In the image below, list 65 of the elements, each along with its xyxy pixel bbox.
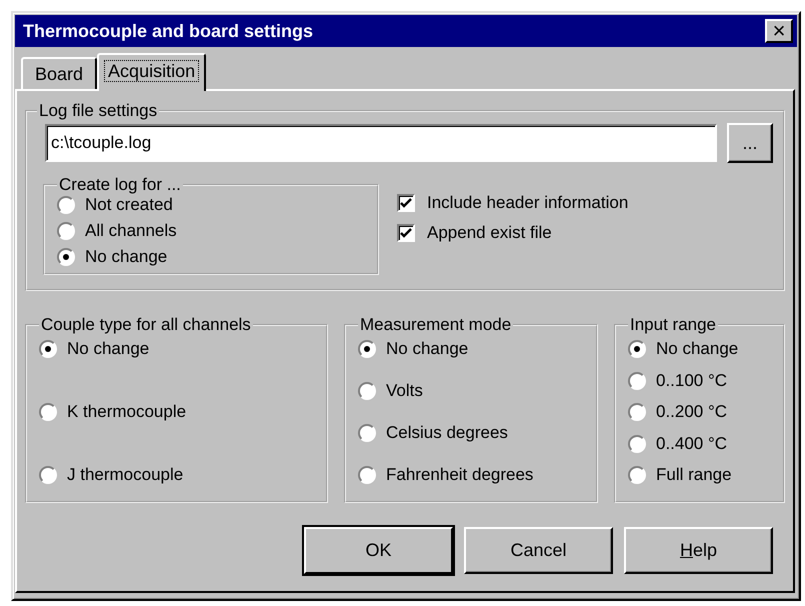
radio-button[interactable]: [39, 403, 57, 421]
option-label: Celsius degrees: [386, 423, 508, 443]
group-title: Log file settings: [38, 101, 158, 121]
group-title: Couple type for all channels: [40, 315, 252, 335]
option-label: No change: [67, 339, 150, 359]
radio-option[interactable]: Not created: [57, 195, 365, 215]
option-label: 0..400 °C: [656, 434, 728, 454]
group-title: Input range: [629, 315, 718, 335]
checkbox-option[interactable]: Append exist file: [397, 223, 628, 243]
radio-button[interactable]: [358, 382, 376, 400]
group-title: Create log for ...: [58, 175, 182, 195]
checkbox[interactable]: [397, 194, 415, 212]
dialog-button[interactable]: OK: [304, 527, 453, 574]
option-label: J thermocouple: [67, 465, 184, 485]
check-icon: [400, 227, 412, 239]
tab[interactable]: Acquisition: [97, 53, 206, 91]
radio-option[interactable]: No change: [57, 247, 365, 267]
option-label: All channels: [85, 221, 177, 241]
radio-option[interactable]: 0..100 °C: [628, 370, 771, 390]
radio-option[interactable]: J thermocouple: [39, 465, 314, 485]
radio-option[interactable]: Full range: [628, 465, 771, 485]
radio-button[interactable]: [57, 222, 75, 240]
option-label: Not created: [85, 195, 173, 215]
radio-option[interactable]: No change: [628, 339, 771, 359]
radio-button[interactable]: [57, 196, 75, 214]
radio-button[interactable]: [628, 466, 646, 484]
option-label: Full range: [656, 465, 732, 485]
radio-button[interactable]: [628, 340, 646, 358]
radio-button[interactable]: [358, 340, 376, 358]
option-label: K thermocouple: [67, 402, 186, 422]
option-label: 0..200 °C: [656, 402, 728, 422]
radio-option[interactable]: Volts: [358, 381, 584, 401]
option-label: No change: [386, 339, 468, 359]
tab[interactable]: Board: [21, 57, 98, 89]
radio-option[interactable]: All channels: [57, 221, 365, 241]
option-label: 0..100 °C: [656, 370, 728, 390]
checkbox[interactable]: [397, 224, 415, 242]
window-title: Thermocouple and board settings: [23, 20, 314, 42]
radio-button[interactable]: [57, 248, 75, 266]
radio-option[interactable]: No change: [39, 339, 314, 359]
radio-button[interactable]: [39, 466, 57, 484]
radio-option[interactable]: Celsius degrees: [358, 423, 584, 443]
dialog-button[interactable]: Cancel: [464, 527, 613, 574]
radio-button[interactable]: [39, 340, 57, 358]
option-label: Fahrenheit degrees: [386, 465, 534, 485]
radio-button[interactable]: [358, 466, 376, 484]
check-icon: [400, 197, 412, 209]
radio-option[interactable]: Fahrenheit degrees: [358, 465, 584, 485]
browse-button[interactable]: ...: [727, 123, 773, 163]
option-label: Volts: [386, 381, 423, 401]
radio-button[interactable]: [358, 424, 376, 442]
radio-option[interactable]: 0..400 °C: [628, 434, 771, 454]
dialog-button[interactable]: Help: [624, 527, 773, 574]
radio-button[interactable]: [628, 434, 646, 452]
checkbox-label: Append exist file: [427, 223, 552, 243]
radio-button[interactable]: [628, 372, 646, 390]
option-label: No change: [656, 339, 738, 359]
group-title: Measurement mode: [359, 315, 512, 335]
close-button[interactable]: ×: [765, 19, 793, 43]
radio-option[interactable]: K thermocouple: [39, 402, 314, 422]
radio-button[interactable]: [628, 403, 646, 421]
option-label: No change: [85, 247, 168, 267]
radio-option[interactable]: 0..200 °C: [628, 402, 771, 422]
radio-option[interactable]: No change: [358, 339, 584, 359]
path-field[interactable]: c:\tcouple.log: [45, 124, 717, 162]
